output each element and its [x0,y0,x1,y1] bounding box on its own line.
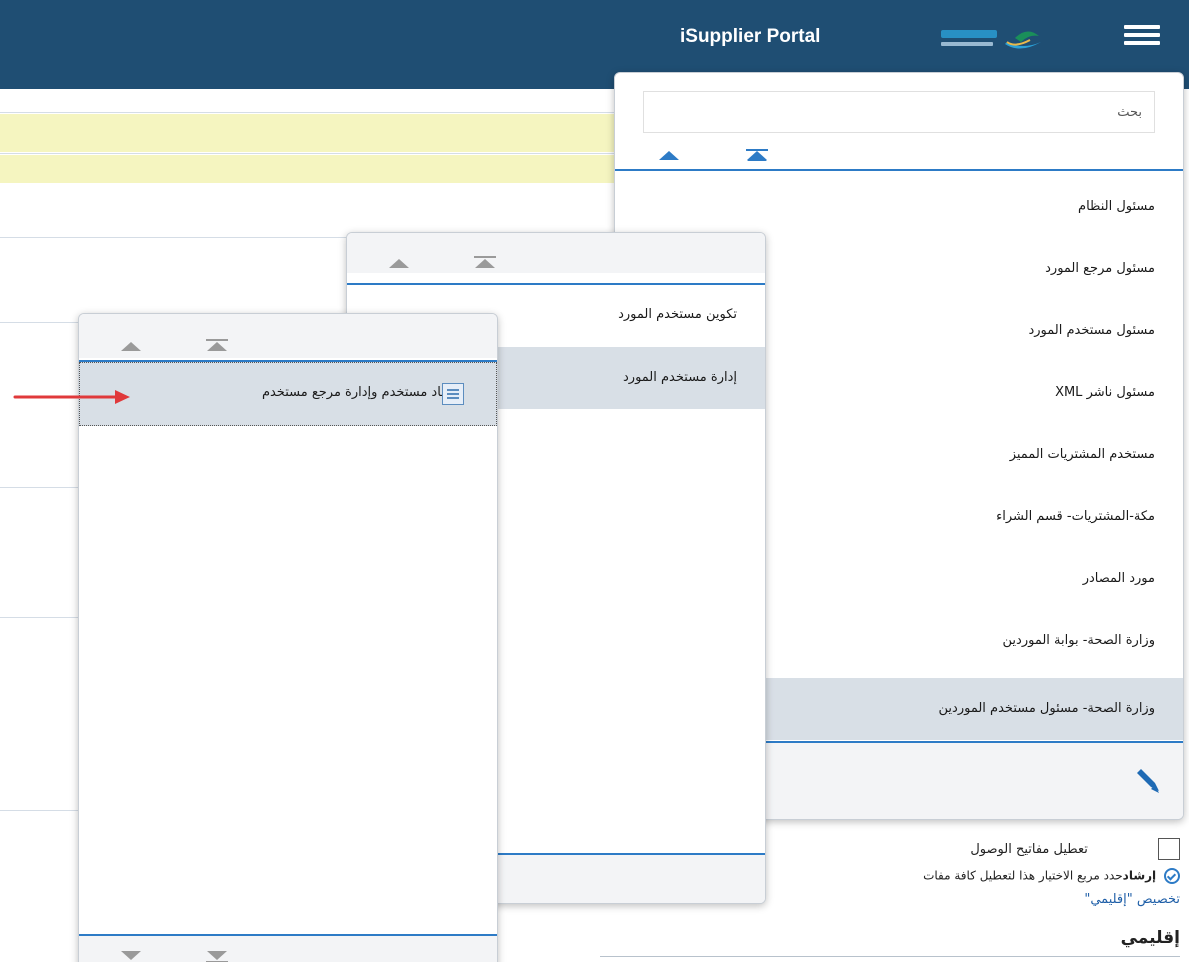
divider [0,617,80,618]
regional-heading: إقليمي [1120,928,1180,948]
menu-item-system-admin[interactable]: مسئول النظام [615,176,1183,238]
divider [600,956,1180,957]
divider [0,112,615,113]
page-icon [442,383,464,405]
access-keys-row: تعطيل مفاتيح الوصول [760,838,1180,866]
scroll-top-icon[interactable] [207,342,227,351]
scroll-top-bar-icon [206,339,228,341]
divider [0,487,80,488]
menu-item-label: اعتماد مستخدم وإدارة مرجع مستخدم [261,385,464,400]
ministry-logo-icon [941,30,1041,49]
scroll-down-icon[interactable] [121,951,141,960]
highlight-row [0,114,615,152]
menu-footer [79,936,497,962]
divider [0,810,80,811]
sub-sub-menu-panel: اعتماد مستخدم وإدارة مرجع مستخدم [78,313,498,962]
edit-pencil-icon[interactable] [1133,767,1163,797]
divider [0,237,350,238]
menu-item-approve-user-and-manage-reference[interactable]: اعتماد مستخدم وإدارة مرجع مستخدم [79,362,497,426]
highlight-row [0,155,615,183]
checkbox-label: تعطيل مفاتيح الوصول [970,841,1088,857]
tip-text: حدد مربع الاختيار هذا لتعطيل كافة مفات [923,868,1123,883]
scroll-bottom-icon[interactable] [207,951,227,960]
tip-check-icon [1164,868,1180,884]
scroll-up-icon[interactable] [659,151,679,160]
section-heading: إقليمي [760,928,1180,956]
tip-row: إرشادحدد مربع الاختيار هذا لتعطيل كافة م… [760,868,1180,892]
portal-title: iSupplier Portal [680,26,821,47]
link-row: تخصيص "إقليمي" [760,892,1180,914]
search-input[interactable] [643,91,1155,133]
disable-access-keys-checkbox[interactable] [1158,838,1180,860]
scroll-top-icon[interactable] [475,259,495,268]
customize-regional-link[interactable]: تخصيص "إقليمي" [1084,892,1180,907]
tip-label: إرشاد [1122,868,1157,883]
divider [615,169,1183,171]
scroll-top-bar-icon [474,256,496,258]
scroll-controls [79,314,497,358]
hamburger-menu-icon[interactable] [1124,25,1160,45]
scroll-up-icon[interactable] [389,259,409,268]
scroll-controls [347,233,765,273]
scroll-top-icon[interactable] [747,152,767,161]
divider [0,153,615,154]
divider [0,322,80,323]
scroll-up-icon[interactable] [121,342,141,351]
scroll-top-bar-icon [746,149,768,151]
annotation-arrow-icon [13,390,130,404]
